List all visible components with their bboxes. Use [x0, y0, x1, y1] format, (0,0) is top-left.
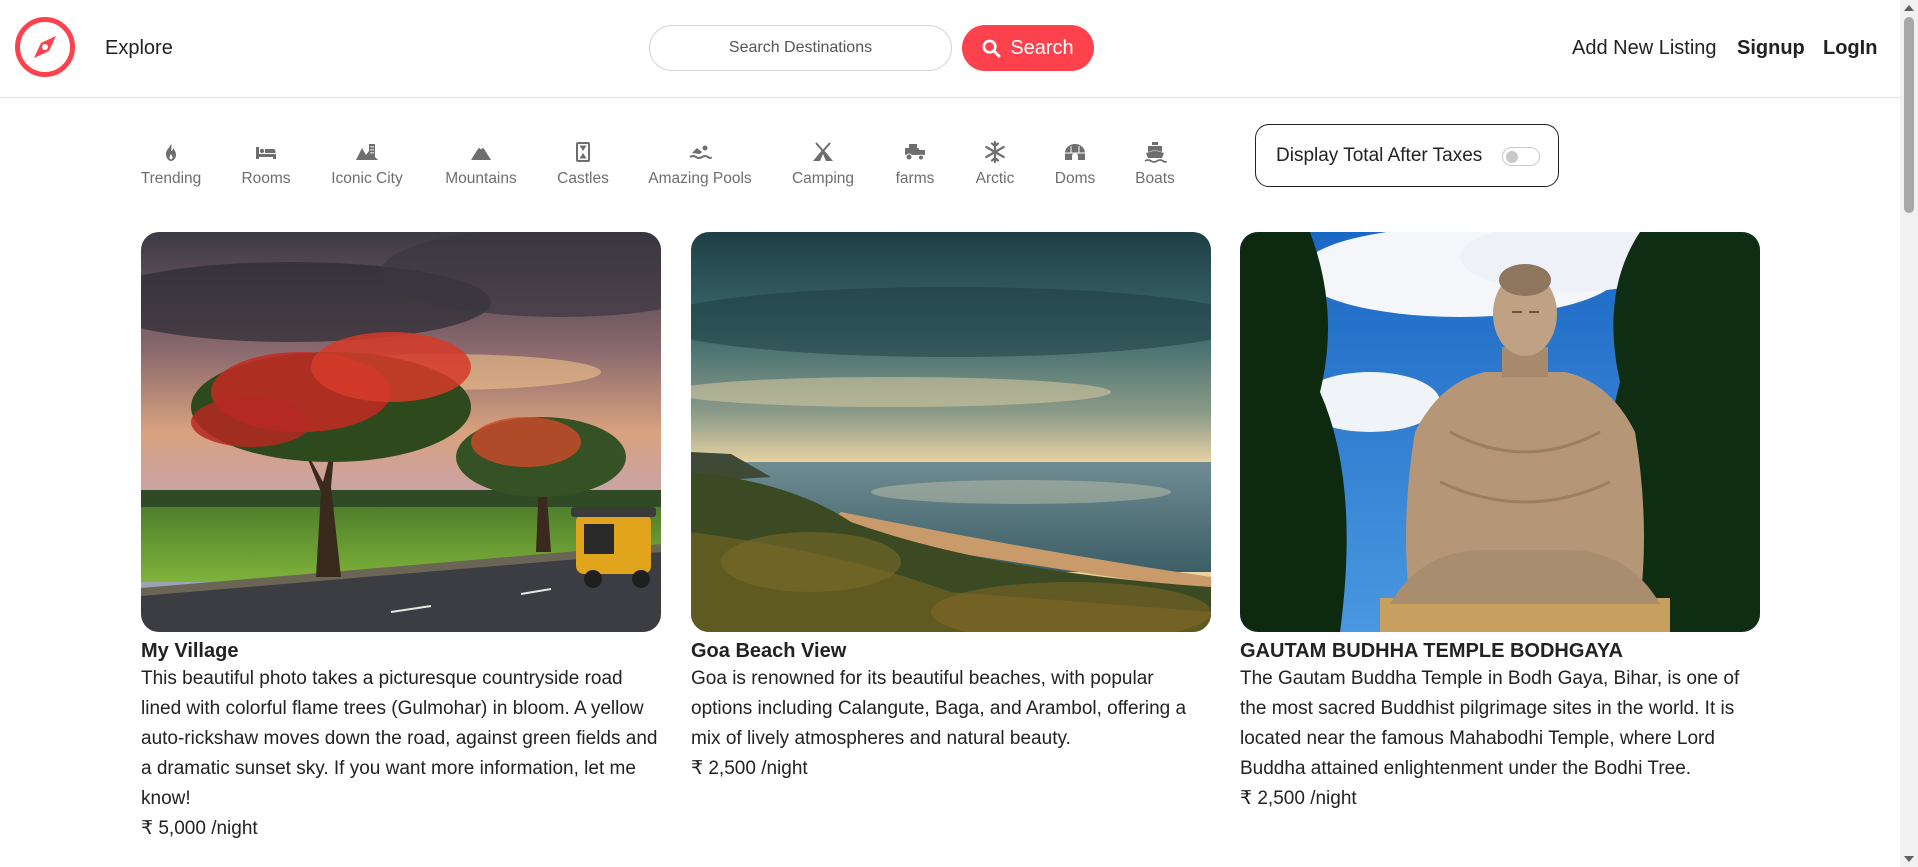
listing-image-village[interactable]	[141, 232, 661, 632]
listing-price: ₹ 5,000 /night	[141, 818, 258, 839]
login-link[interactable]: LogIn	[1823, 37, 1877, 60]
filter-label: Mountains	[445, 170, 517, 187]
mountain-icon	[471, 144, 491, 160]
filter-arctic[interactable]: Arctic	[970, 140, 1020, 192]
filter-mountains[interactable]: Mountains	[440, 140, 522, 192]
search-button-label: Search	[1010, 36, 1074, 59]
listing-card[interactable]: My Village This beautiful photo takes a …	[141, 232, 661, 844]
city-icon	[356, 144, 378, 160]
filter-label: Arctic	[975, 170, 1015, 187]
snowflake-icon	[985, 140, 1005, 164]
listing-title: Goa Beach View	[691, 640, 847, 662]
navbar: Explore Search Add New Listing Signup Lo…	[0, 0, 1900, 98]
listing-price: ₹ 2,500 /night	[1240, 788, 1357, 809]
filter-rooms[interactable]: Rooms	[241, 140, 291, 192]
bed-icon	[256, 147, 276, 159]
filter-camping[interactable]: Camping	[788, 140, 858, 192]
scroll-thumb[interactable]	[1904, 17, 1914, 213]
tent-icon	[813, 142, 833, 161]
add-listing-link[interactable]: Add New Listing	[1572, 37, 1717, 60]
listing-title: GAUTAM BUDHHA TEMPLE BODHGAYA	[1240, 640, 1623, 662]
igloo-icon	[1065, 144, 1085, 160]
filter-label: Iconic City	[331, 170, 403, 187]
filter-label: Camping	[791, 170, 855, 187]
nav-explore-link[interactable]: Explore	[105, 37, 173, 60]
listing-image-buddha-temple[interactable]	[1240, 232, 1760, 632]
filter-boats[interactable]: Boats	[1130, 140, 1180, 192]
filter-label: Doms	[1054, 170, 1096, 187]
filter-label: Rooms	[241, 170, 291, 187]
listing-image-goa-beach[interactable]	[691, 232, 1211, 632]
search-button[interactable]: Search	[962, 25, 1094, 71]
compass-icon[interactable]	[14, 16, 76, 78]
tax-switch-knob	[1506, 151, 1518, 163]
listing-card[interactable]: Goa Beach View Goa is renowned for its b…	[691, 232, 1211, 784]
listing-description: The Gautam Buddha Temple in Bodh Gaya, B…	[1240, 668, 1740, 779]
scroll-up-arrow[interactable]	[1904, 5, 1914, 11]
filter-trending[interactable]: Trending	[141, 140, 201, 192]
castle-icon	[576, 142, 590, 162]
swimmer-icon	[689, 145, 712, 159]
listing-price: ₹ 2,500 /night	[691, 758, 808, 779]
listing-description: Goa is renowned for its beautiful beache…	[691, 668, 1187, 749]
filter-label: Trending	[140, 170, 202, 187]
scroll-down-arrow[interactable]	[1904, 856, 1914, 862]
page-scrollbar[interactable]	[1900, 0, 1918, 867]
filter-label: Amazing Pools	[648, 170, 752, 187]
tractor-icon	[905, 144, 925, 161]
ship-icon	[1144, 142, 1167, 163]
filter-label: Boats	[1135, 170, 1175, 187]
filter-iconic-city[interactable]: Iconic City	[326, 140, 408, 192]
filter-amazing-pools[interactable]: Amazing Pools	[646, 140, 754, 192]
listing-description: This beautiful photo takes a picturesque…	[141, 668, 658, 809]
filter-label: farms	[895, 170, 935, 187]
tax-toggle[interactable]: Display Total After Taxes	[1255, 124, 1559, 187]
filter-doms[interactable]: Doms	[1050, 140, 1100, 192]
filter-farms[interactable]: farms	[890, 140, 940, 192]
search-input[interactable]	[649, 25, 952, 71]
search-icon	[982, 39, 1001, 58]
signup-link[interactable]: Signup	[1737, 37, 1805, 60]
listing-title: My Village	[141, 640, 239, 662]
fire-icon	[166, 143, 176, 161]
listing-card[interactable]: GAUTAM BUDHHA TEMPLE BODHGAYA The Gautam…	[1240, 232, 1760, 814]
tax-switch[interactable]	[1502, 147, 1540, 166]
tax-toggle-label: Display Total After Taxes	[1276, 144, 1483, 166]
filter-label: Castles	[557, 170, 609, 187]
filter-castles[interactable]: Castles	[556, 140, 610, 192]
